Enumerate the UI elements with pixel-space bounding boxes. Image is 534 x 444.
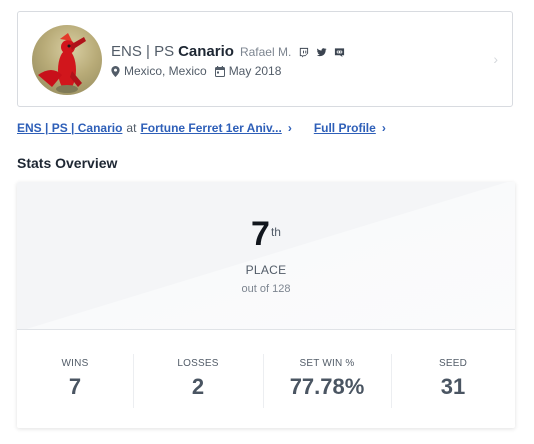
stats-card: 7th PLACE out of 128 WINS 7 LOSSES 2 SET… — [17, 182, 515, 428]
entrant-link[interactable]: ENS | PS | Canario — [17, 121, 122, 135]
place-value: 7 — [251, 215, 270, 253]
location-text: Mexico, Mexico — [124, 64, 207, 78]
profile-name: ENS | PS Canario Rafael M. — [111, 43, 345, 61]
place-total: out of 128 — [241, 283, 291, 295]
chevron-right-icon: › — [381, 121, 386, 135]
location-item: Mexico, Mexico — [111, 64, 207, 78]
stat-label: WINS — [61, 358, 89, 369]
stat-set-win-percent: SET WIN % 77.78% — [263, 330, 391, 428]
full-profile-link[interactable]: Full Profile — [314, 121, 376, 135]
stat-losses: LOSSES 2 — [133, 330, 263, 428]
full-profile-link-group[interactable]: Full Profile › — [314, 121, 386, 135]
placement-area: 7th PLACE out of 128 — [17, 182, 515, 330]
event-link[interactable]: Fortune Ferret 1er Aniv... — [140, 121, 281, 135]
stat-wins: WINS 7 — [17, 330, 133, 428]
stats-row: WINS 7 LOSSES 2 SET WIN % 77.78% SEED 31 — [17, 330, 515, 428]
chevron-right-icon[interactable]: › — [493, 51, 498, 67]
real-name: Rafael M. — [239, 45, 292, 59]
stat-label: SEED — [438, 358, 468, 369]
place-number: 7th — [17, 214, 515, 254]
stat-value: 77.78% — [289, 374, 365, 399]
stat-value: 2 — [191, 374, 205, 399]
breadcrumb-links: ENS | PS | Canario at Fortune Ferret 1er… — [17, 121, 386, 135]
chevron-right-icon: › — [287, 121, 292, 135]
calendar-icon — [214, 65, 225, 77]
discord-icon[interactable] — [334, 47, 345, 58]
stats-heading: Stats Overview — [17, 155, 118, 171]
stat-value: 7 — [68, 374, 82, 399]
at-text: at — [126, 121, 137, 135]
joined-text: May 2018 — [228, 64, 282, 78]
gamertag: Canario — [178, 43, 234, 60]
profile-card[interactable]: ENS | PS Canario Rafael M. Mexico, Mexic… — [17, 11, 513, 107]
stat-seed: SEED 31 — [391, 330, 515, 428]
twitter-icon[interactable] — [316, 47, 327, 58]
twitch-icon[interactable] — [298, 47, 309, 58]
map-pin-icon — [111, 65, 120, 77]
team-prefix: ENS | PS — [111, 43, 175, 60]
stat-value: 31 — [440, 374, 466, 399]
stat-label: LOSSES — [177, 358, 219, 369]
avatar — [32, 25, 102, 95]
profile-meta: Mexico, Mexico May 2018 — [111, 64, 281, 78]
stat-label: SET WIN % — [299, 358, 355, 369]
place-label: PLACE — [245, 263, 287, 277]
place-suffix: th — [270, 225, 281, 239]
joined-item: May 2018 — [214, 64, 282, 78]
